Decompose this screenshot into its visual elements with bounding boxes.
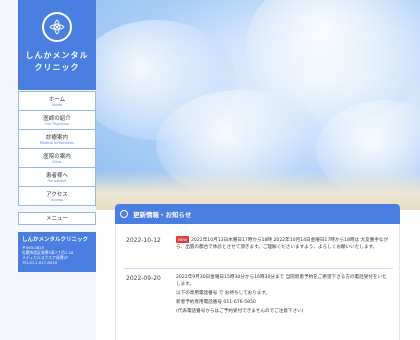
news-line: 2022年10月13日木曜日17時から18時 2022年10月14日金曜日17時… xyxy=(176,238,389,250)
nav-sublabel: Our Physician xyxy=(45,122,69,126)
nav-item-physician[interactable]: 医師の紹介 Our Physician xyxy=(18,111,96,130)
menu-button[interactable]: メニュー xyxy=(18,212,96,225)
info-line: TEL:011-617-8019 xyxy=(22,260,58,265)
nav-item-patient[interactable]: 患者様へ For patient xyxy=(18,168,96,187)
nav-label: 診療案内 xyxy=(45,135,68,141)
new-badge: NEW xyxy=(176,236,189,243)
nav-item-home[interactable]: ホーム Home xyxy=(18,91,96,111)
news-date: 2022-09-20 xyxy=(126,275,161,282)
hero-image xyxy=(96,0,420,196)
nav-item-access[interactable]: アクセス Access xyxy=(18,187,96,206)
nav-sublabel: Access xyxy=(51,198,63,202)
nav-label: アクセス xyxy=(46,192,68,198)
clinic-name-line2: クリニック xyxy=(34,63,80,72)
list-item: 2022-09-20 2022年9月30日金曜日15時30分から16時30分まで… xyxy=(124,270,393,326)
news-line: 2022年9月30日金曜日15時30分から16時30分まで 当院新患予約をご希望… xyxy=(176,275,387,287)
news-text: 2022年9月30日金曜日15時30分から16時30分まで 当院新患予約をご希望… xyxy=(176,274,391,315)
news-line: 新患予約専用電話番号 011-676-5850 xyxy=(176,300,256,305)
news-list: 2022-10-12 NEW 2022年10月13日木曜日17時から18時 202… xyxy=(115,224,400,340)
list-item: 2022-10-12 NEW 2022年10月13日木曜日17時から18時 202… xyxy=(124,232,393,269)
nav-item-medical[interactable]: 診療案内 Medical Information xyxy=(18,130,96,149)
nav-sublabel: For patient xyxy=(47,179,67,183)
nav-label: 患者様へ xyxy=(45,173,68,179)
info-title: しんかメンタルクリニック xyxy=(22,237,89,243)
logo-flower-icon xyxy=(42,12,72,42)
news-date: 2022-10-12 xyxy=(126,237,161,244)
news-line: (代表電話番号からはご予約受付できませんのでご注意下さい) xyxy=(176,309,304,314)
nav-label: ホーム xyxy=(48,97,66,103)
main-nav: ホーム Home 医師の紹介 Our Physician 診療案内 Medica… xyxy=(18,91,96,206)
news-title: 更新情報・お知らせ xyxy=(133,211,192,219)
nav-sublabel: Clinic xyxy=(52,160,62,164)
nav-label: 医院の案内 xyxy=(43,154,71,160)
nav-item-clinic[interactable]: 医院の案内 Clinic xyxy=(18,149,96,168)
nav-sublabel: Medical Information xyxy=(39,141,75,145)
news-line: 以下の専用電話番号 で お待ちしております。 xyxy=(176,291,271,296)
clinic-info-box: しんかメンタルクリニック 〒063-0825 札幌市西区発寒5条7丁目1-18 … xyxy=(18,232,96,272)
news-header: 更新情報・お知らせ xyxy=(115,204,400,224)
sidebar: しんかメンタル クリニック ホーム Home 医師の紹介 Our Physici… xyxy=(0,0,96,340)
clinic-name-line1: しんかメンタル xyxy=(25,51,89,60)
nav-sublabel: Home xyxy=(51,103,63,107)
circle-icon xyxy=(120,210,128,218)
nav-label: 医師の紹介 xyxy=(43,116,71,122)
clinic-logo[interactable]: しんかメンタル クリニック xyxy=(18,0,96,90)
news-text: NEW 2022年10月13日木曜日17時から18時 2022年10月14日金曜日… xyxy=(176,236,391,251)
